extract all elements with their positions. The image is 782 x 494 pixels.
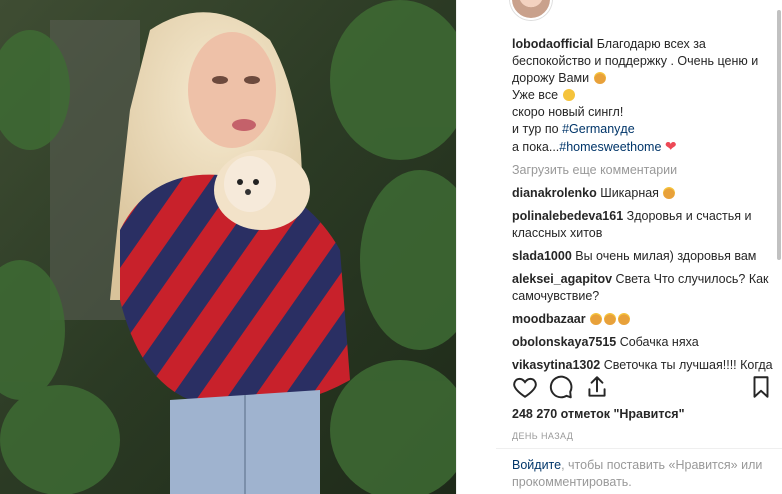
post-date[interactable]: ДЕНЬ НАЗАД (512, 431, 573, 441)
ok-hand-icon (562, 89, 575, 101)
photo-illustration (0, 0, 456, 494)
comment-item: dianakrolenko Шикарная (512, 185, 774, 202)
comment-bubble-icon[interactable] (548, 374, 574, 400)
heart-eyes-icon (663, 187, 676, 199)
load-more-comments-button[interactable]: Загрузить еще комментарии (512, 162, 774, 179)
comments-scrollbar[interactable] (776, 0, 782, 372)
post-caption: lobodaofficial Благодарю всех за беспоко… (512, 36, 774, 156)
caption-author-link[interactable]: lobodaofficial (512, 37, 593, 51)
heart-outline-icon[interactable] (512, 374, 538, 400)
red-heart-icon: ❤ (664, 138, 677, 154)
smile-love-icon (593, 72, 606, 84)
bookmark-icon[interactable] (748, 374, 774, 400)
comment-author-link[interactable]: aleksei_agapitov (512, 272, 612, 286)
comment-author-link[interactable]: moodbazaar (512, 312, 586, 326)
comment-item: moodbazaar (512, 311, 774, 328)
caption-line-3: скоро новый сингл! (512, 105, 624, 119)
post-photo[interactable] (0, 0, 456, 494)
comment-author-link[interactable]: obolonskaya7515 (512, 335, 616, 349)
caption-line-2: Уже все (512, 88, 559, 102)
comments-list[interactable]: lobodaofficial Благодарю всех за беспоко… (512, 36, 774, 372)
heart-eyes-icon (604, 313, 617, 325)
comment-author-link[interactable]: vikasytina1302 (512, 358, 600, 372)
hashtag-germany-link[interactable]: #Germanyде (562, 122, 635, 136)
comment-item: slada1000 Вы очень милая) здоровья вам (512, 248, 774, 265)
login-prompt: Войдите, чтобы поставить «Нравится» или … (512, 457, 772, 491)
comment-item: vikasytina1302 Светочка ты лучшая!!!! Ко… (512, 357, 774, 372)
likes-count[interactable]: 248 270 отметок "Нравится" (512, 407, 685, 421)
comment-author-link[interactable]: slada1000 (512, 249, 572, 263)
comment-author-link[interactable]: polinalebedeva161 (512, 209, 623, 223)
share-icon[interactable] (584, 374, 610, 400)
comment-author-link[interactable]: dianakrolenko (512, 186, 597, 200)
comment-item: polinalebedeva161 Здоровья и счастья и к… (512, 208, 774, 242)
caption-line-5: а пока... (512, 140, 560, 154)
divider (496, 448, 782, 449)
comment-text: Шикарная (600, 186, 659, 200)
heart-eyes-icon (618, 313, 631, 325)
scrollbar-thumb[interactable] (777, 10, 781, 260)
login-link[interactable]: Войдите (512, 458, 561, 472)
hashtag-home-link[interactable]: #homesweethome (559, 140, 661, 154)
comment-item: obolonskaya7515 Собачка няха (512, 334, 774, 351)
comment-item: aleksei_agapitov Света Что случилось? Ка… (512, 271, 774, 305)
heart-eyes-icon (590, 313, 603, 325)
comment-text: Вы очень милая) здоровья вам (575, 249, 757, 263)
caption-line-4: и тур по (512, 122, 563, 136)
post-actions (510, 374, 774, 404)
comment-text: Собачка няха (619, 335, 699, 349)
